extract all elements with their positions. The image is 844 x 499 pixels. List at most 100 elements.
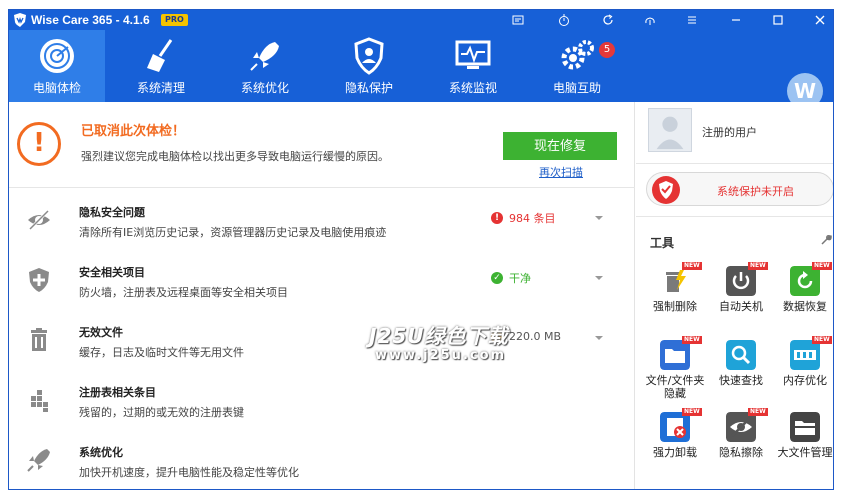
new-badge: NEW <box>812 336 832 344</box>
user-avatar[interactable] <box>648 108 692 152</box>
nav-bar: 电脑体检 系统清理 系统优化 隐私保护 系统监视 电脑互助 5 W <box>9 30 833 109</box>
warning-icon: ! <box>17 122 61 166</box>
tab-optimize[interactable]: 系统优化 <box>217 30 313 102</box>
tab-checkup[interactable]: 电脑体检 <box>9 30 105 102</box>
feedback-button[interactable] <box>503 10 533 30</box>
tool-force-uninstall[interactable]: NEW 强力卸载 <box>642 408 706 482</box>
registry-icon <box>31 390 48 412</box>
folder-hide-icon <box>660 340 690 370</box>
watermark-text: J25U绿色下载 <box>369 324 509 348</box>
row-description: 加快开机速度，提升电脑性能及稳定性等优化 <box>79 466 299 479</box>
memory-icon <box>790 340 820 370</box>
result-row-registry[interactable]: 注册表相关条目 残留的，过期的或无效的注册表键 <box>9 370 635 430</box>
tool-quick-search[interactable]: 快速查找 <box>708 340 772 410</box>
privacy-shield-icon <box>354 37 384 75</box>
tool-large-file[interactable]: 大文件管理 <box>772 412 833 482</box>
result-row-security[interactable]: 安全相关项目 防火墙，注册表及远程桌面等安全相关项目 ✓ 干净 <box>9 250 635 310</box>
broom-icon <box>147 39 173 72</box>
notification-badge: 5 <box>599 42 615 58</box>
fix-now-button[interactable]: 现在修复 <box>503 132 617 160</box>
tab-monitor-label: 系统监视 <box>448 81 497 95</box>
tool-label: 数据恢复 <box>783 300 827 313</box>
tool-label: 内存优化 <box>783 374 827 387</box>
maximize-icon <box>773 15 783 25</box>
status-text: 220.0 MB <box>509 330 562 343</box>
chevron-down-icon[interactable] <box>595 334 603 342</box>
minimize-icon <box>732 19 740 21</box>
large-file-icon <box>790 412 820 442</box>
error-icon: ! <box>491 212 503 224</box>
tool-file-hide[interactable]: NEW 文件/文件夹隐藏 <box>642 336 706 410</box>
protection-status[interactable]: 系统保护未开启 <box>646 172 833 206</box>
protection-text: 系统保护未开启 <box>717 185 794 198</box>
tool-label: 强力卸载 <box>653 446 697 459</box>
row-description: 清除所有IE浏览历史记录，资源管理器历史记录及电脑使用痕迹 <box>79 226 387 239</box>
minimize-button[interactable] <box>721 10 751 30</box>
result-row-privacy[interactable]: 隐私安全问题 清除所有IE浏览历史记录，资源管理器历史记录及电脑使用痕迹 ! 9… <box>9 190 635 250</box>
check-icon: ✓ <box>491 272 503 284</box>
side-panel: 注册的用户 系统保护未开启 工具 NEW 强制删除 NEW 自动关机 NEW 数… <box>636 102 833 489</box>
tool-label: 文件/文件夹隐藏 <box>645 374 705 400</box>
tool-memory-optimize[interactable]: NEW 内存优化 <box>772 336 833 410</box>
app-window: Wise Care 365 - 4.1.6 PRO 电脑体检 系统清理 系统优化… <box>8 9 834 490</box>
close-button[interactable] <box>805 10 833 30</box>
app-title: Wise Care 365 - 4.1.6 <box>31 13 150 27</box>
chevron-down-icon[interactable] <box>595 214 603 222</box>
menu-button[interactable] <box>677 10 707 30</box>
rescan-link[interactable]: 再次扫描 <box>539 164 583 180</box>
tab-monitor[interactable]: 系统监视 <box>425 30 521 102</box>
tab-assist[interactable]: 电脑互助 <box>529 30 625 102</box>
radar-icon <box>40 39 74 73</box>
tool-privacy-erase[interactable]: NEW 隐私擦除 <box>708 408 772 482</box>
tab-checkup-label: 电脑体检 <box>32 81 81 95</box>
user-box: 注册的用户 <box>636 102 833 164</box>
eye-erase-icon <box>726 412 756 442</box>
watermark-url: www.j25u.com <box>375 348 507 363</box>
timer-icon <box>559 14 569 26</box>
recovery-icon <box>790 266 820 296</box>
new-badge: NEW <box>748 408 768 416</box>
row-title: 安全相关项目 <box>79 266 145 279</box>
row-title: 隐私安全问题 <box>79 206 145 219</box>
status-text: 干净 <box>509 272 531 285</box>
tools-title: 工具 <box>650 236 675 250</box>
row-description: 缓存，日志及临时文件等无用文件 <box>79 346 244 359</box>
network-button[interactable] <box>635 10 665 30</box>
timer-button[interactable] <box>549 10 579 30</box>
new-badge: NEW <box>682 408 702 416</box>
status-text: 984 条目 <box>509 212 556 225</box>
row-title: 注册表相关条目 <box>79 386 156 399</box>
power-icon <box>726 266 756 296</box>
uninstall-icon <box>660 412 690 442</box>
refresh-icon <box>603 14 613 25</box>
tool-force-delete[interactable]: NEW 强制删除 <box>642 262 706 336</box>
new-badge: NEW <box>682 336 702 344</box>
tool-label: 自动关机 <box>719 300 763 313</box>
gears-icon <box>561 40 594 70</box>
tool-auto-shutdown[interactable]: NEW 自动关机 <box>708 262 772 336</box>
tool-data-recovery[interactable]: NEW 数据恢复 <box>772 262 833 336</box>
refresh-button[interactable] <box>593 10 623 30</box>
maximize-button[interactable] <box>763 10 793 30</box>
tab-cleanup[interactable]: 系统清理 <box>113 30 209 102</box>
row-title: 无效文件 <box>79 326 123 339</box>
tab-privacy[interactable]: 隐私保护 <box>321 30 417 102</box>
alert-title: 已取消此次体检！ <box>81 124 186 139</box>
tool-label: 强制删除 <box>653 300 697 313</box>
checkup-panel: ! 已取消此次体检！ 强烈建议您完成电脑体检以找出更多导致电脑运行缓慢的原因。 … <box>9 102 635 489</box>
wrench-icon[interactable] <box>820 234 832 246</box>
search-icon <box>726 340 756 370</box>
alert-description: 强烈建议您完成电脑体检以找出更多导致电脑运行缓慢的原因。 <box>81 150 389 163</box>
rocket-icon <box>250 42 279 71</box>
chevron-down-icon[interactable] <box>595 274 603 282</box>
result-row-optimize[interactable]: 系统优化 加快开机速度，提升电脑性能及稳定性等优化 <box>9 430 635 489</box>
user-name[interactable]: 注册的用户 <box>702 124 757 140</box>
result-row-junk-files[interactable]: 无效文件 缓存，日志及临时文件等无用文件 ! 220.0 MB <box>9 310 635 370</box>
user-silhouette-icon <box>656 116 684 150</box>
rocket-small-icon <box>27 449 50 472</box>
monitor-icon <box>455 40 491 69</box>
close-icon <box>815 15 825 25</box>
row-description: 防火墙，注册表及远程桌面等安全相关项目 <box>79 286 288 299</box>
tool-label: 快速查找 <box>719 374 763 387</box>
force-delete-icon <box>666 270 686 292</box>
